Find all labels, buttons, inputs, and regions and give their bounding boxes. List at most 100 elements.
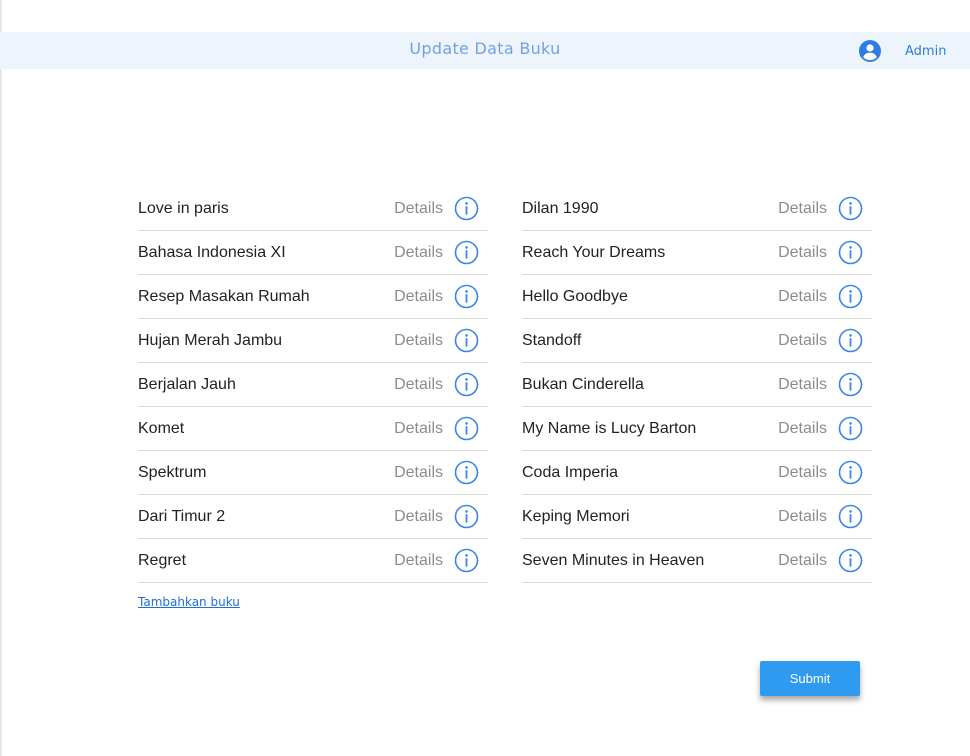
details-label[interactable]: Details [394,244,443,262]
info-icon[interactable] [838,196,863,221]
info-icon[interactable] [454,240,479,265]
details-button[interactable]: Details [394,416,479,441]
details-button[interactable]: Details [394,328,479,353]
details-label[interactable]: Details [778,420,827,438]
book-row: Komet Details [138,407,488,451]
info-icon[interactable] [838,240,863,265]
details-label[interactable]: Details [778,244,827,262]
book-row: My Name is Lucy Barton Details [522,407,872,451]
book-row: Keping Memori Details [522,495,872,539]
details-label[interactable]: Details [778,508,827,526]
details-label[interactable]: Details [778,376,827,394]
details-label[interactable]: Details [778,332,827,350]
details-button[interactable]: Details [394,548,479,573]
details-button[interactable]: Details [778,548,863,573]
book-row: Spektrum Details [138,451,488,495]
details-button[interactable]: Details [778,416,863,441]
book-title: Resep Masakan Rumah [138,288,310,305]
info-icon[interactable] [454,548,479,573]
info-icon[interactable] [838,328,863,353]
info-icon[interactable] [454,328,479,353]
book-list-left: Love in paris Details Bahasa Indonesia XI D… [138,187,488,583]
book-row: Dari Timur 2 Details [138,495,488,539]
book-title: Standoff [522,332,582,349]
book-title: Regret [138,552,187,569]
details-label[interactable]: Details [394,508,443,526]
book-title: Spektrum [138,464,207,481]
info-icon[interactable] [838,504,863,529]
details-button[interactable]: Details [778,284,863,309]
book-title: Seven Minutes in Heaven [522,552,705,569]
book-row: Dilan 1990 Details [522,187,872,231]
page-title: Update Data Buku [409,39,561,58]
details-button[interactable]: Details [394,284,479,309]
user-name[interactable]: Admin [905,44,946,59]
info-icon[interactable] [838,372,863,397]
book-list-right: Dilan 1990 Details Reach Your Dreams Detail… [522,187,872,583]
book-title: Dari Timur 2 [138,508,226,525]
details-label[interactable]: Details [778,288,827,306]
book-row: Resep Masakan Rumah Details [138,275,488,319]
book-row: Reach Your Dreams Details [522,231,872,275]
book-row: Bukan Cinderella Details [522,363,872,407]
details-label[interactable]: Details [778,464,827,482]
details-label[interactable]: Details [394,464,443,482]
info-icon[interactable] [454,196,479,221]
info-icon[interactable] [838,548,863,573]
details-button[interactable]: Details [394,196,479,221]
book-title: My Name is Lucy Barton [522,420,697,437]
book-title: Dilan 1990 [522,200,599,217]
details-button[interactable]: Details [778,328,863,353]
book-row: Regret Details [138,539,488,583]
details-button[interactable]: Details [394,372,479,397]
book-title: Reach Your Dreams [522,244,666,261]
header-bar: Update Data Buku Admin [0,32,970,69]
book-title: Hello Goodbye [522,288,628,305]
details-button[interactable]: Details [394,460,479,485]
book-row: Seven Minutes in Heaven Details [522,539,872,583]
book-title: Coda Imperia [522,464,619,481]
details-label[interactable]: Details [778,200,827,218]
book-row: Bahasa Indonesia XI Details [138,231,488,275]
info-icon[interactable] [838,284,863,309]
details-label[interactable]: Details [394,200,443,218]
info-icon[interactable] [454,504,479,529]
book-row: Berjalan Jauh Details [138,363,488,407]
details-label[interactable]: Details [394,376,443,394]
info-icon[interactable] [454,284,479,309]
submit-button[interactable]: Submit [760,661,860,696]
book-row: Coda Imperia Details [522,451,872,495]
details-button[interactable]: Details [778,372,863,397]
book-title: Love in paris [138,200,229,217]
details-button[interactable]: Details [778,240,863,265]
details-label[interactable]: Details [394,420,443,438]
info-icon[interactable] [838,416,863,441]
book-title: Komet [138,420,185,437]
book-title: Berjalan Jauh [138,376,236,393]
info-icon[interactable] [454,372,479,397]
details-button[interactable]: Details [394,504,479,529]
details-button[interactable]: Details [778,504,863,529]
user-menu[interactable]: Admin [858,39,946,63]
info-icon[interactable] [454,416,479,441]
book-row: Love in paris Details [138,187,488,231]
info-icon[interactable] [454,460,479,485]
details-label[interactable]: Details [394,552,443,570]
account-circle-icon[interactable] [858,39,882,63]
book-row: Hello Goodbye Details [522,275,872,319]
details-button[interactable]: Details [778,196,863,221]
info-icon[interactable] [838,460,863,485]
details-label[interactable]: Details [394,332,443,350]
book-row: Standoff Details [522,319,872,363]
book-row: Hujan Merah Jambu Details [138,319,488,363]
book-title: Hujan Merah Jambu [138,332,283,349]
add-book-link[interactable]: Tambahkan buku [138,595,240,609]
details-label[interactable]: Details [778,552,827,570]
book-title: Keping Memori [522,508,630,525]
details-button[interactable]: Details [394,240,479,265]
book-title: Bahasa Indonesia XI [138,244,286,261]
book-title: Bukan Cinderella [522,376,644,393]
details-button[interactable]: Details [778,460,863,485]
details-label[interactable]: Details [394,288,443,306]
page-edge [0,0,2,756]
